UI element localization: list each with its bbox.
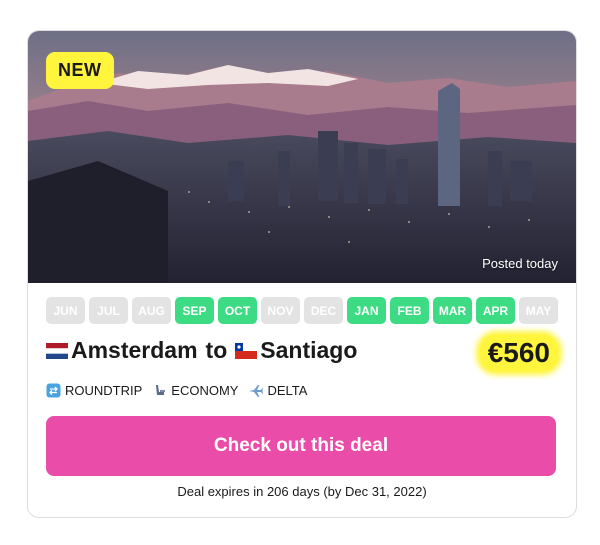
month-chip-jan: JAN <box>347 297 386 324</box>
month-chip-feb: FEB <box>390 297 429 324</box>
destination-city: Santiago <box>260 337 358 363</box>
check-deal-button[interactable]: Check out this deal <box>46 416 556 476</box>
deal-card[interactable]: NEW Posted today JUN JUL AUG SEP OCT NOV DEC JA… <box>27 30 577 518</box>
chile-flag-icon <box>235 342 258 359</box>
month-chip-may: MAY <box>519 297 558 324</box>
origin-city: Amsterdam <box>71 337 198 363</box>
month-chip-aug: AUG <box>132 297 171 324</box>
seat-icon <box>156 385 166 395</box>
tag-label: DELTA <box>267 383 308 398</box>
route-title: Amsterdam to Santiago <box>46 337 357 364</box>
month-chip-nov: NOV <box>261 297 300 324</box>
tag-roundtrip: ROUNDTRIP <box>46 383 142 398</box>
airplane-icon <box>249 385 264 397</box>
deal-tags: ROUNDTRIP ECONOMY DELTA <box>46 383 307 398</box>
new-badge: NEW <box>46 52 114 89</box>
destination-photo[interactable]: NEW Posted today <box>28 31 576 283</box>
tag-label: ROUNDTRIP <box>65 383 143 398</box>
month-chip-dec: DEC <box>304 297 343 324</box>
route-separator: to <box>205 337 228 363</box>
deal-expiry: Deal expires in 206 days (by Dec 31, 202… <box>177 484 427 499</box>
month-chip-apr: APR <box>476 297 515 324</box>
month-chip-sep: SEP <box>175 297 214 324</box>
tag-economy: ECONOMY <box>152 383 238 398</box>
month-chip-mar: MAR <box>433 297 472 324</box>
posted-date: Posted today <box>482 256 558 271</box>
month-chip-jun: JUN <box>46 297 85 324</box>
travel-months: JUN JUL AUG SEP OCT NOV DEC JAN FEB MAR APR MAY <box>46 297 558 324</box>
price-tag: €560 <box>479 335 558 371</box>
netherlands-flag-icon <box>46 342 68 359</box>
tag-label: ECONOMY <box>171 383 239 398</box>
tag-airline: DELTA <box>248 383 307 398</box>
month-chip-jul: JUL <box>89 297 128 324</box>
roundtrip-icon <box>46 383 61 398</box>
month-chip-oct: OCT <box>218 297 257 324</box>
